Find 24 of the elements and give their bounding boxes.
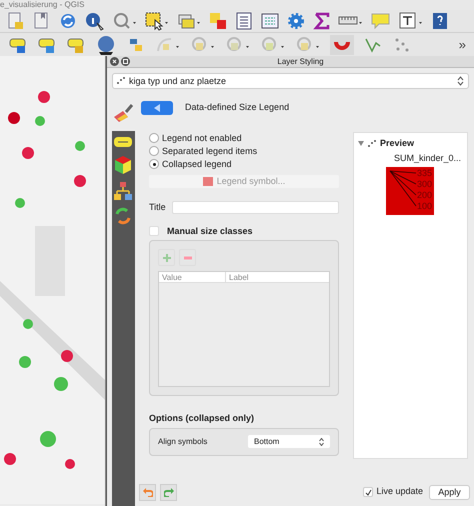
column-header[interactable]: Value: [159, 272, 226, 282]
legend-value: 335: [416, 168, 432, 179]
radio-option[interactable]: Collapsed legend: [149, 158, 339, 170]
section-title: Data-defined Size Legend: [185, 101, 290, 114]
apply-button[interactable]: Apply: [429, 484, 470, 500]
align-dropdown[interactable]: Bottom: [248, 435, 330, 448]
field-label: Align symbols: [158, 436, 208, 448]
column-header[interactable]: Label: [226, 272, 329, 282]
radio-option[interactable]: Legend not enabled: [149, 132, 339, 144]
checkbox-label: Manual size classes: [167, 224, 253, 238]
layer-dropdown[interactable]: kiga typ und anz plaetze: [112, 73, 469, 89]
legend-value: 300: [416, 179, 432, 190]
live-update-checkbox[interactable]: Live update: [363, 485, 423, 499]
radio-option[interactable]: Separated legend items: [149, 145, 339, 157]
overflow-button[interactable]: »: [458, 38, 466, 51]
tree-item[interactable]: SUM_kinder_0...: [358, 152, 463, 165]
field-label: Title: [149, 201, 166, 214]
legend-value: 100: [416, 201, 432, 212]
legend-value: 200: [416, 190, 432, 201]
tree-item[interactable]: Preview: [380, 137, 414, 150]
panel-title: Layer Styling: [276, 58, 325, 66]
group-title: Options (collapsed only): [149, 412, 256, 425]
layer-name: kiga typ und anz plaetze: [129, 76, 228, 86]
window-title: e_visualisierung - QGIS: [0, 0, 84, 10]
